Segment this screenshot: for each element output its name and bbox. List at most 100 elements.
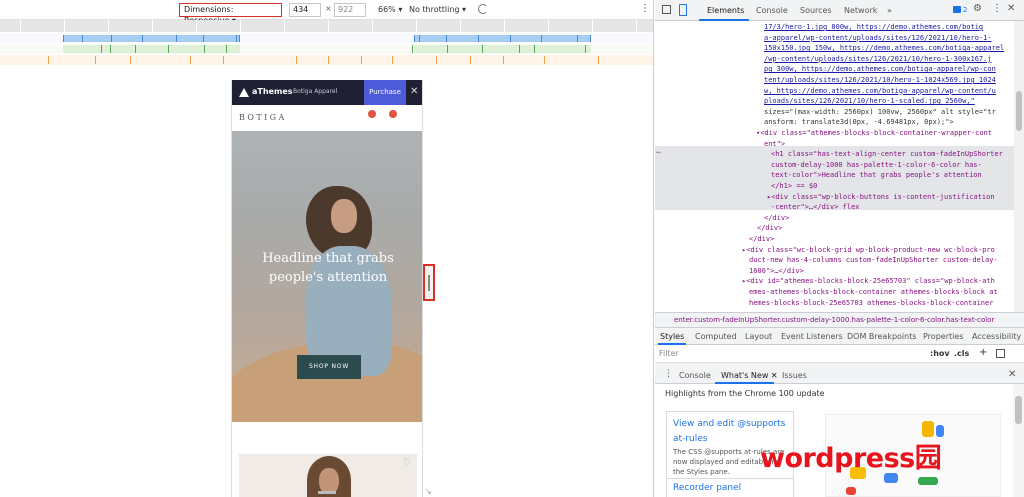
- dom-node-line[interactable]: </div>: [749, 234, 774, 245]
- dom-node-line[interactable]: tent/uploads/sites/126/2021/10/hero-1-10…: [764, 75, 996, 86]
- ruler-tick: [548, 20, 549, 32]
- corner-resize-icon[interactable]: ↘: [425, 487, 432, 496]
- media-query-bar-gray[interactable]: [0, 20, 653, 32]
- node-actions-icon[interactable]: …: [656, 146, 661, 157]
- dom-node-line[interactable]: </div>: [764, 213, 789, 224]
- gear-icon[interactable]: ⚙: [973, 3, 982, 14]
- whats-new-heading: Highlights from the Chrome 100 update: [665, 389, 825, 398]
- dom-node-line[interactable]: ansform: translate3d(0px, -4.69481px, 0p…: [764, 117, 954, 128]
- tab-console[interactable]: Console: [756, 6, 788, 15]
- dom-node-line[interactable]: 1600">…</div>: [749, 266, 804, 277]
- more-options-icon[interactable]: ⋮: [640, 3, 650, 14]
- more-tabs-icon[interactable]: »: [887, 6, 892, 15]
- tab-sources[interactable]: Sources: [800, 6, 832, 15]
- whats-new-card[interactable]: Recorder panel: [666, 478, 794, 497]
- media-query-segment[interactable]: [63, 45, 240, 53]
- issues-badge[interactable]: 2: [953, 4, 973, 16]
- dom-node-line[interactable]: ▾<div class="athemes-blocks-block-contai…: [756, 128, 992, 139]
- hover-state-button[interactable]: :hov: [930, 349, 950, 358]
- ruler-tick: [236, 35, 237, 42]
- dom-node-line[interactable]: ploads/sites/126/2021/10/hero-1-scaled.j…: [764, 96, 975, 107]
- dom-node-line[interactable]: custom-delay-1000 has-palette-1-color-6-…: [771, 160, 982, 171]
- dom-node-line[interactable]: text-color">Headline that grabs people's…: [771, 170, 982, 181]
- tab-styles[interactable]: Styles: [660, 332, 684, 341]
- media-query-segment[interactable]: [414, 35, 591, 42]
- tab-network[interactable]: Network: [844, 6, 877, 15]
- inspect-element-icon[interactable]: [662, 5, 671, 14]
- media-query-segment[interactable]: [63, 35, 240, 42]
- media-query-bar-green[interactable]: [0, 44, 653, 54]
- media-query-segment[interactable]: [414, 45, 591, 53]
- width-input[interactable]: 434: [289, 3, 321, 17]
- dimensions-dropdown[interactable]: Dimensions: Responsive ▾: [179, 3, 282, 25]
- new-rule-button[interactable]: +: [979, 347, 987, 358]
- throttling-select[interactable]: No throttling ▾: [409, 5, 466, 14]
- dom-node-line[interactable]: 150x150.jpg 150w, https://demo.athemes.c…: [764, 43, 1004, 54]
- site-logo[interactable]: BOTIGA: [239, 113, 287, 122]
- dom-node-line[interactable]: emes-athemes-blocks-block-container athe…: [749, 287, 998, 298]
- bottom-resize-handle[interactable]: [318, 491, 336, 494]
- dom-node-line[interactable]: ▸<div class="wp-block-buttons is-content…: [767, 192, 995, 203]
- ruler-tick: [460, 20, 461, 32]
- dom-node-line[interactable]: w, https://demo.athemes.com/botiga-appar…: [764, 86, 996, 97]
- tab-properties[interactable]: Properties: [923, 332, 963, 341]
- dom-node-line[interactable]: duct-new has-4-columns custom-fadeInUpSh…: [749, 255, 998, 266]
- scroll-thumb[interactable]: [1015, 396, 1022, 424]
- drawer-menu-icon[interactable]: ⋮: [664, 369, 673, 379]
- tab-layout[interactable]: Layout: [745, 332, 772, 341]
- dom-node-line[interactable]: /wp-content/uploads/sites/126/2021/10/he…: [764, 54, 992, 65]
- dom-tree[interactable]: … 17/3/hero-1.jpg 800w, https://demo.ath…: [655, 21, 1024, 312]
- dom-node-line[interactable]: sizes="(max-width: 2560px) 100vw, 2560px…: [764, 107, 996, 118]
- tab-dom-breakpoints[interactable]: DOM Breakpoints: [847, 332, 917, 341]
- cart-icon[interactable]: [389, 110, 397, 118]
- ruler-tick: [142, 35, 143, 42]
- close-icon[interactable]: ✕: [1008, 369, 1016, 380]
- ruler-tick: [372, 20, 373, 32]
- account-icon[interactable]: [368, 110, 376, 118]
- breadcrumb-item[interactable]: enter.custom-fadeInUpShorter.custom-dela…: [674, 316, 994, 324]
- drawer-tab-issues[interactable]: Issues: [782, 371, 807, 380]
- dom-node-line[interactable]: pg 300w, https://demo.athemes.com/botiga…: [764, 64, 996, 75]
- computed-sidebar-icon[interactable]: [996, 349, 1005, 358]
- tab-computed[interactable]: Computed: [695, 332, 737, 341]
- kebab-menu-icon[interactable]: ⋮: [992, 3, 1002, 14]
- zoom-select[interactable]: 66% ▾: [378, 5, 402, 14]
- tab-accessibility[interactable]: Accessibility: [972, 332, 1021, 341]
- dom-node-line[interactable]: a-apparel/wp-content/uploads/sites/126/2…: [764, 33, 992, 44]
- dom-node-line[interactable]: </div>: [757, 223, 782, 234]
- phone-viewport[interactable]: aThemes Botiga Apparel Purchase ✕ BOTIGA…: [231, 80, 423, 497]
- class-toggle-button[interactable]: .cls: [954, 349, 969, 358]
- device-toggle-icon[interactable]: [679, 4, 687, 16]
- scroll-thumb[interactable]: [1016, 91, 1022, 131]
- dom-node-line[interactable]: <h1 class="has-text-align-center custom-…: [771, 149, 1003, 160]
- dom-node-line[interactable]: 17/3/hero-1.jpg 800w, https://demo.athem…: [764, 22, 983, 33]
- tab-elements[interactable]: Elements: [707, 6, 744, 15]
- rotate-icon[interactable]: [478, 4, 488, 14]
- purchase-button[interactable]: Purchase: [364, 80, 406, 105]
- drawer-scrollbar[interactable]: [1013, 384, 1024, 497]
- ruler-tick: [108, 20, 109, 32]
- dom-node-line[interactable]: hemes-blocks-block-25e65703 athemes-bloc…: [749, 298, 993, 309]
- dom-node-line[interactable]: ▸<div id="athemes-blocks-block-25e65703"…: [742, 276, 995, 287]
- ruler-tick: [190, 56, 191, 64]
- tab-event-listeners[interactable]: Event Listeners: [781, 332, 843, 341]
- drawer-tab-console[interactable]: Console: [679, 371, 711, 380]
- media-query-bar-blue[interactable]: [0, 33, 653, 43]
- heart-icon[interactable]: ♡: [403, 458, 411, 468]
- height-input[interactable]: 922: [334, 3, 366, 17]
- card-title[interactable]: Recorder panel: [673, 483, 741, 493]
- dom-node-line[interactable]: </h1> == $0: [771, 181, 817, 192]
- shop-now-button[interactable]: SHOP NOW: [297, 355, 361, 379]
- dom-node-line[interactable]: ent">: [764, 139, 785, 150]
- dom-scrollbar[interactable]: [1014, 21, 1024, 312]
- media-query-bar-orange[interactable]: [0, 55, 653, 65]
- message-icon: [953, 6, 961, 13]
- close-icon[interactable]: ✕: [1007, 3, 1015, 14]
- drawer-tab-whats-new[interactable]: What's New ✕: [721, 371, 778, 380]
- dom-node-line[interactable]: ▸<div class="wc-block-grid wp-block-prod…: [742, 245, 995, 256]
- viewport-resize-handle[interactable]: [423, 264, 435, 301]
- ruler-tick: [168, 45, 169, 53]
- dom-node-line[interactable]: -center">…</div> flex: [771, 202, 860, 213]
- close-icon[interactable]: ✕: [410, 86, 418, 97]
- filter-input[interactable]: Filter: [659, 349, 679, 358]
